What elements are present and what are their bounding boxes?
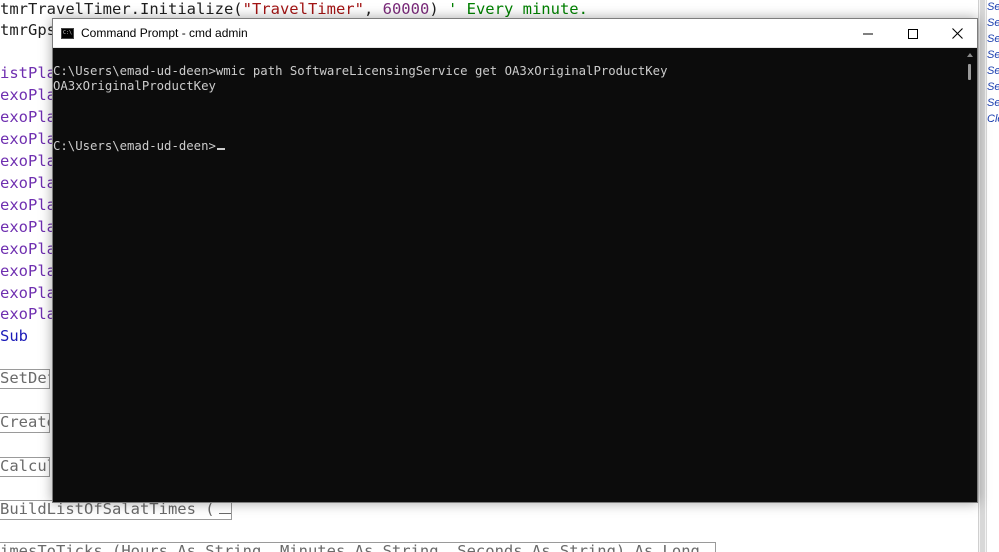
window-title: Command Prompt - cmd admin (81, 26, 248, 40)
method-box-times-to-ticks[interactable]: imesToTicks (Hours As String, Minutes As… (0, 542, 716, 552)
side-panel-item[interactable]: Se (987, 96, 999, 110)
side-panel-item[interactable]: Se (987, 80, 999, 94)
cmd-icon[interactable] (61, 28, 74, 39)
code-line-member: exoPla (0, 196, 56, 214)
console-line-prompt[interactable]: C:\Users\emad-ud-deen> (53, 139, 225, 154)
side-panel-item[interactable]: Se (987, 32, 999, 46)
minimize-button[interactable] (846, 19, 890, 48)
code-line-member: exoPla (0, 108, 56, 126)
code-close-paren: ) (429, 0, 448, 18)
side-panel: Se Se Se Se Se Se Se Cle (986, 0, 999, 552)
code-identifier: tmrTravelTimer (0, 0, 131, 18)
console-line-output-header: OA3xOriginalProductKey (53, 79, 216, 93)
code-line-member: exoPla (0, 218, 56, 236)
console-output[interactable]: C:\Users\emad-ud-deen>wmic path Software… (53, 48, 963, 502)
code-comma: , (363, 0, 383, 18)
scroll-up-arrow-icon[interactable] (967, 53, 973, 57)
console-scrollbar[interactable] (963, 48, 977, 502)
method-box-setdef[interactable]: SetDef (0, 369, 50, 389)
maximize-icon (908, 28, 918, 39)
code-line-member: exoPla (0, 130, 56, 148)
side-panel-item[interactable]: Se (987, 16, 999, 30)
maximize-button[interactable] (891, 19, 935, 48)
code-line-member: istPla (0, 64, 56, 82)
code-line-member: exoPla (0, 240, 56, 258)
close-button[interactable] (935, 19, 979, 48)
code-comment: ' Every minute. (447, 0, 588, 18)
side-panel-item[interactable]: Cle (987, 112, 999, 126)
console-scroll-thumb[interactable] (968, 64, 971, 80)
code-line-member: exoPla (0, 262, 56, 280)
method-box-create[interactable]: Create (0, 413, 50, 433)
line-continuation-mark (218, 502, 231, 514)
editor-scrollbar[interactable] (978, 0, 986, 552)
code-line-end-sub: Sub (0, 327, 28, 345)
method-box-calcul[interactable]: Calcul (0, 457, 50, 477)
console-prompt-text: C:\Users\emad-ud-deen> (53, 139, 216, 153)
code-line-member: exoPla (0, 284, 56, 302)
method-box-build-list[interactable]: BuildListOfSalatTimes ( (0, 500, 232, 520)
code-line-gps: tmrGps (0, 21, 56, 39)
code-line-timer-init: tmrTravelTimer.Initialize("TravelTimer",… (0, 0, 588, 19)
code-method: .Initialize( (130, 0, 243, 18)
command-prompt-window[interactable]: Command Prompt - cmd admin C:\Users\emad… (52, 18, 978, 503)
close-icon (951, 28, 963, 39)
text-cursor (216, 148, 225, 150)
minimize-icon (863, 29, 873, 39)
code-line-member: exoPla (0, 174, 56, 192)
code-number: 60000 (382, 0, 430, 18)
code-line-member: exoPla (0, 86, 56, 104)
side-panel-item[interactable]: Se (987, 0, 999, 14)
console-line-command: C:\Users\emad-ud-deen>wmic path Software… (53, 64, 668, 78)
code-string: "TravelTimer" (242, 0, 364, 18)
editor-scroll-thumb[interactable] (980, 0, 985, 552)
side-panel-item[interactable]: Se (987, 48, 999, 62)
code-line-member: exoPla (0, 305, 56, 323)
side-panel-item[interactable]: Se (987, 64, 999, 78)
code-line-member: exoPla (0, 152, 56, 170)
title-bar[interactable]: Command Prompt - cmd admin (53, 19, 977, 48)
